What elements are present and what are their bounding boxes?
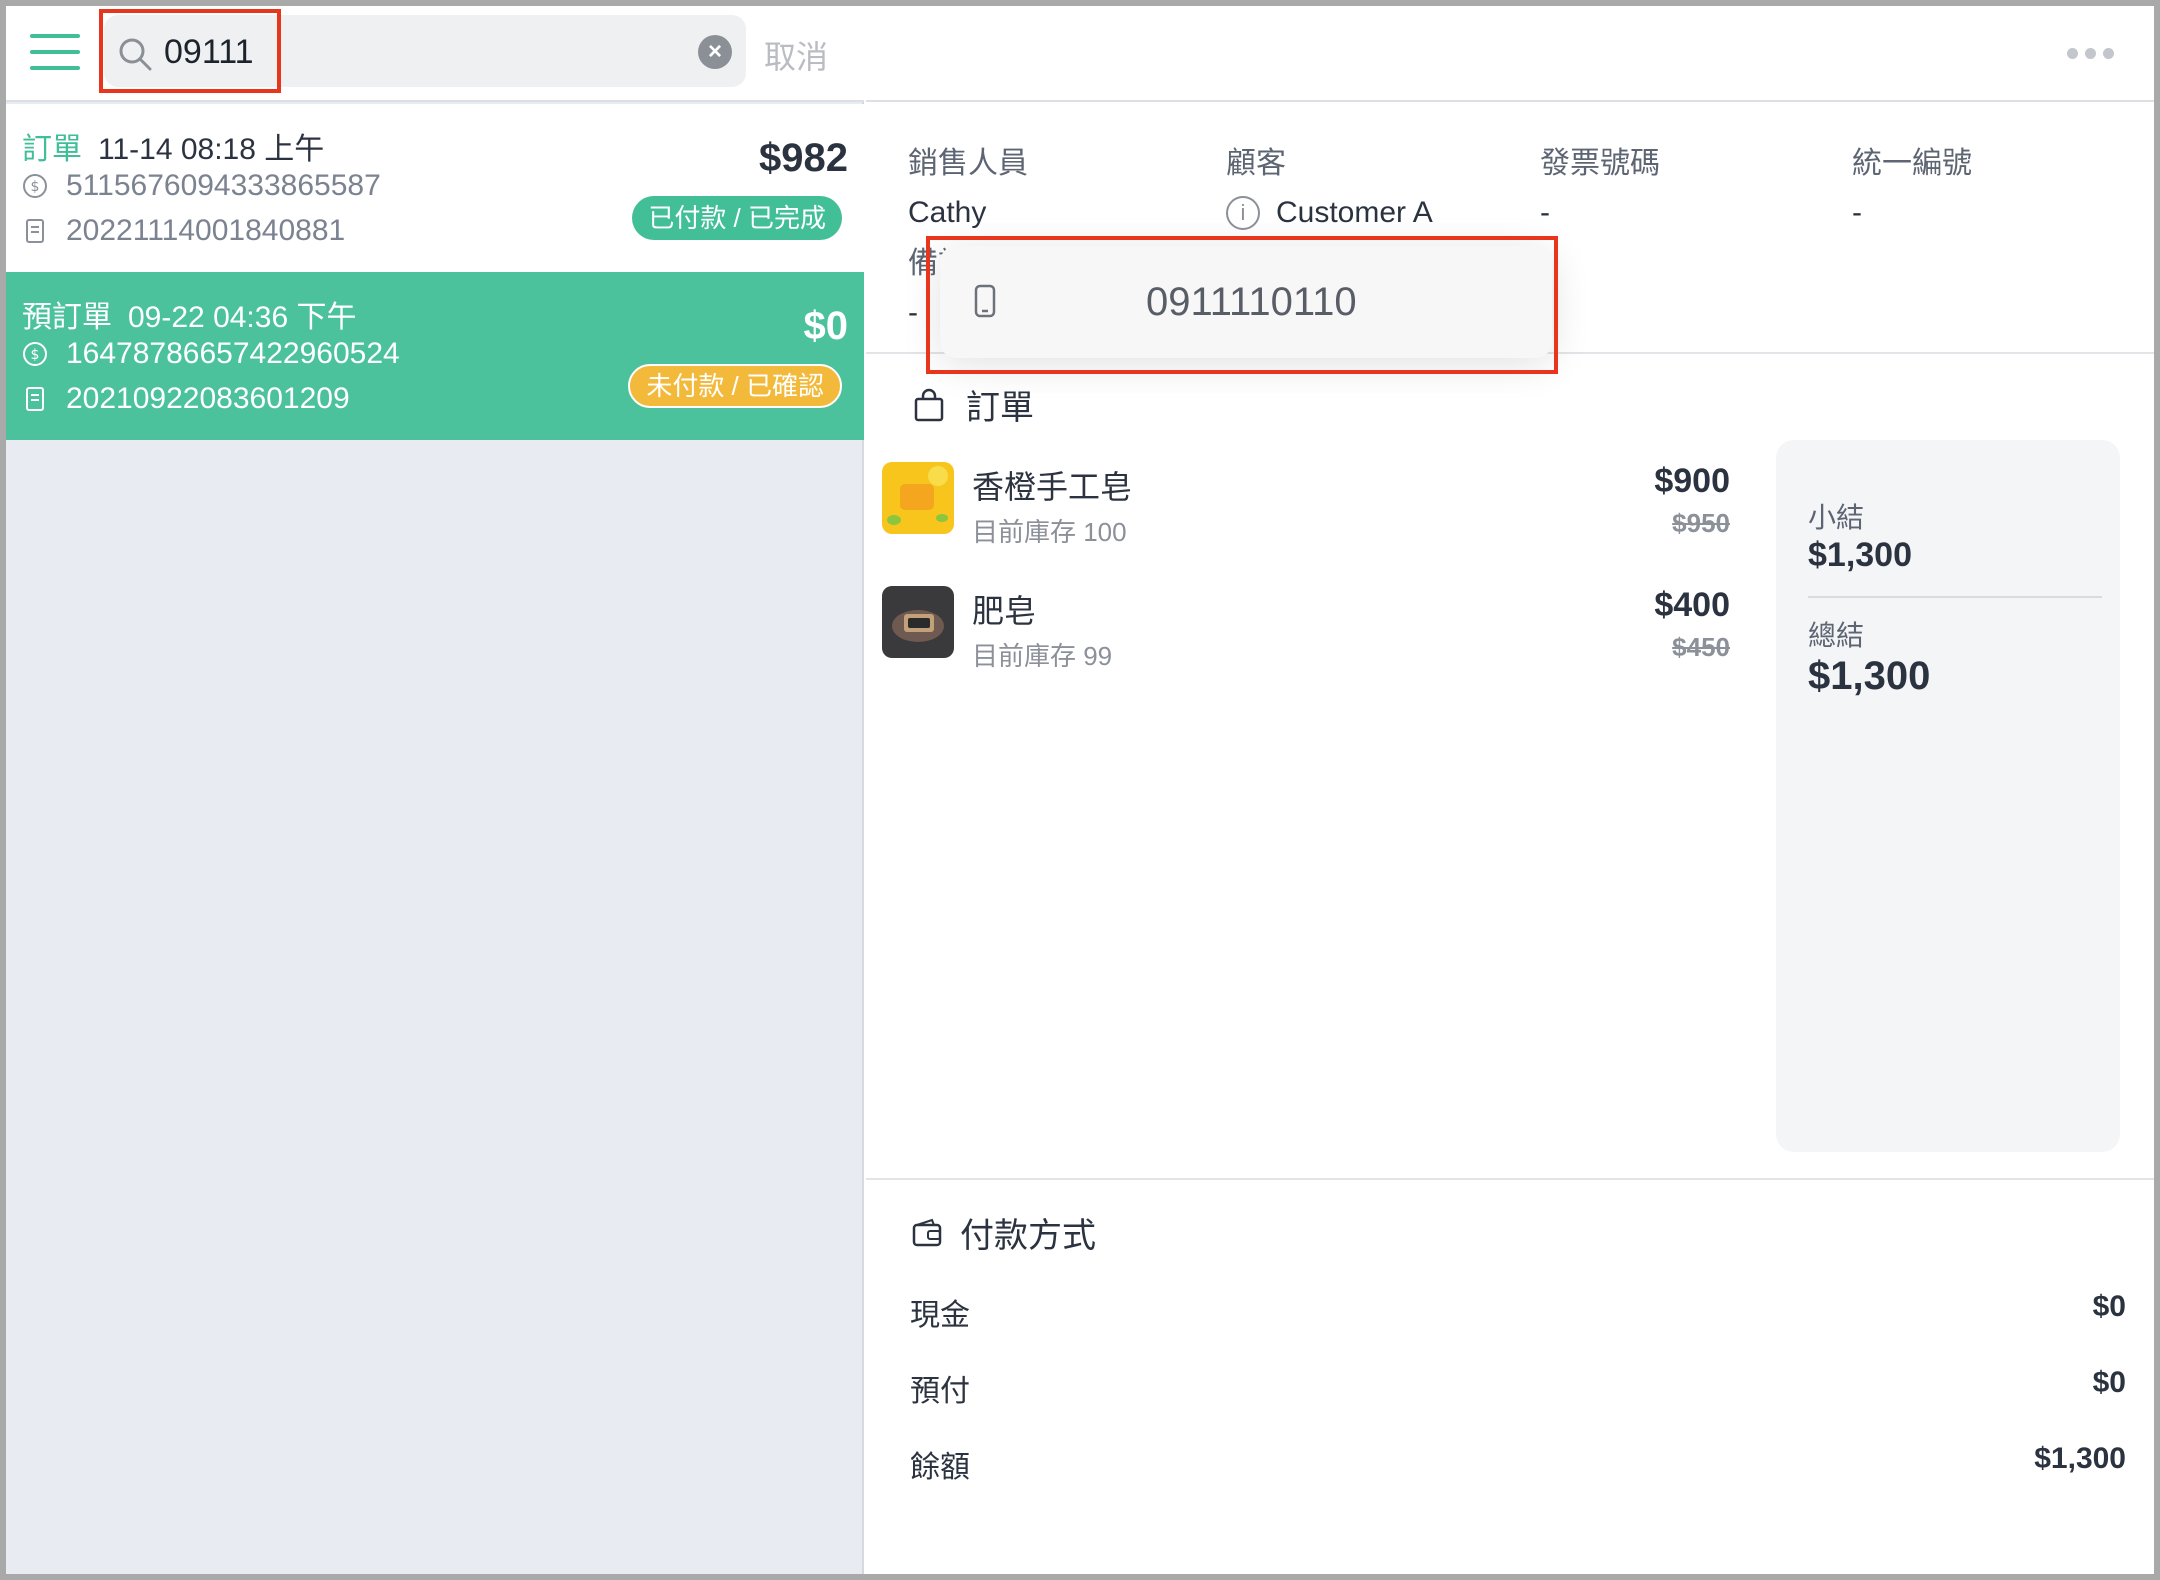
dollar-icon: $ [23, 174, 47, 198]
order-datetime: 09-22 04:36 下午 [128, 301, 357, 334]
total-label: 總結 [1808, 620, 1865, 651]
sales-label: 銷售人員 [908, 147, 1028, 180]
payment-section-title: 付款方式 [912, 1208, 1096, 1257]
product-price: $900 [1654, 462, 1730, 500]
customer-value[interactable]: Customer A [1276, 196, 1433, 230]
order-section-title: 訂單 [914, 380, 1034, 429]
customer-field: 顧客 i Customer A [1226, 138, 1433, 230]
detail-header [866, 6, 2154, 102]
tax-id-label: 統一編號 [1852, 147, 1972, 180]
app-window: 09111 × 取消 訂單 11-14 08:18 上午 $ 5115676094… [6, 6, 2154, 1574]
svg-text:$: $ [31, 179, 40, 195]
highlight-box [99, 9, 281, 93]
product-name: 香橙手工皂 [972, 469, 1133, 505]
divider [1808, 596, 2102, 598]
payment-value: $1,300 [2034, 1442, 2126, 1475]
payment-label: 現金 [910, 1299, 970, 1332]
payment-id: 16478786657422960524 [66, 337, 400, 370]
order-datetime: 11-14 08:18 上午 [98, 133, 325, 166]
order-number: 20221114001840881 [66, 214, 346, 247]
product-stock: 目前庫存 99 [972, 641, 1113, 671]
status-badge: 已付款 / 已完成 [632, 196, 842, 240]
original-price: $950 [1672, 508, 1730, 538]
original-price: $450 [1672, 632, 1730, 662]
svg-text:$: $ [31, 347, 40, 363]
invoice-field: 發票號碼 - [1540, 138, 1660, 230]
total-value: $1,300 [1808, 654, 1931, 698]
search-bar: 09111 × 取消 [6, 6, 864, 102]
sales-value: Cathy [908, 196, 987, 229]
order-title-text: 訂單 [966, 389, 1034, 427]
order-list-pane: 09111 × 取消 訂單 11-14 08:18 上午 $ 5115676094… [6, 6, 864, 1574]
wallet-icon [912, 1218, 942, 1246]
shopping-bag-icon [914, 388, 944, 421]
line-item[interactable]: 肥皂 目前庫存 99 $400 $450 [882, 586, 1730, 676]
subtotal-value: $1,300 [1808, 536, 1912, 574]
highlight-box [926, 236, 1558, 374]
product-name: 肥皂 [972, 593, 1037, 629]
order-amount: $0 [803, 304, 849, 348]
order-amount: $982 [759, 136, 848, 180]
payment-value: $0 [2092, 1290, 2126, 1323]
order-kind: 訂單 [22, 133, 82, 166]
order-kind: 預訂單 [22, 301, 112, 334]
order-number: 20210922083601209 [66, 382, 350, 415]
invoice-value: - [1540, 196, 1550, 229]
divider [866, 1178, 2154, 1180]
info-icon[interactable]: i [1226, 196, 1260, 230]
product-image [882, 586, 954, 658]
tax-id-field: 統一編號 - [1852, 138, 1972, 230]
payment-label: 餘額 [910, 1451, 970, 1484]
product-price: $400 [1654, 586, 1730, 624]
product-stock: 目前庫存 100 [972, 517, 1127, 547]
menu-icon[interactable] [30, 34, 80, 70]
more-icon[interactable] [2067, 48, 2114, 59]
tax-id-value: - [1852, 196, 1862, 229]
line-item[interactable]: 香橙手工皂 目前庫存 100 $900 $950 [882, 462, 1730, 552]
product-image [882, 462, 954, 534]
clear-icon[interactable]: × [698, 35, 732, 69]
subtotal-label: 小結 [1808, 502, 1865, 533]
payment-id: 5115676094333865587 [66, 169, 381, 202]
receipt-icon [26, 387, 44, 411]
dollar-icon: $ [23, 342, 47, 366]
payment-value: $0 [2092, 1366, 2126, 1399]
order-detail-pane: 銷售人員 Cathy 顧客 i Customer A 發票號碼 - 統一編號 - … [866, 6, 2154, 1574]
status-badge: 未付款 / 已確認 [628, 364, 842, 408]
payment-label: 預付 [910, 1375, 970, 1408]
cancel-button[interactable]: 取消 [764, 32, 828, 78]
invoice-label: 發票號碼 [1540, 147, 1660, 180]
receipt-icon [26, 219, 44, 243]
order-list-item[interactable]: 訂單 11-14 08:18 上午 $ 5115676094333865587 2… [6, 104, 864, 272]
sales-field: 銷售人員 Cathy [908, 138, 1028, 230]
order-summary: 小結 $1,300 總結 $1,300 [1776, 440, 2120, 1152]
customer-label: 顧客 [1226, 147, 1286, 180]
payment-title-text: 付款方式 [960, 1217, 1096, 1255]
order-list-item-selected[interactable]: 預訂單 09-22 04:36 下午 $ 16478786657422960524… [6, 272, 864, 440]
